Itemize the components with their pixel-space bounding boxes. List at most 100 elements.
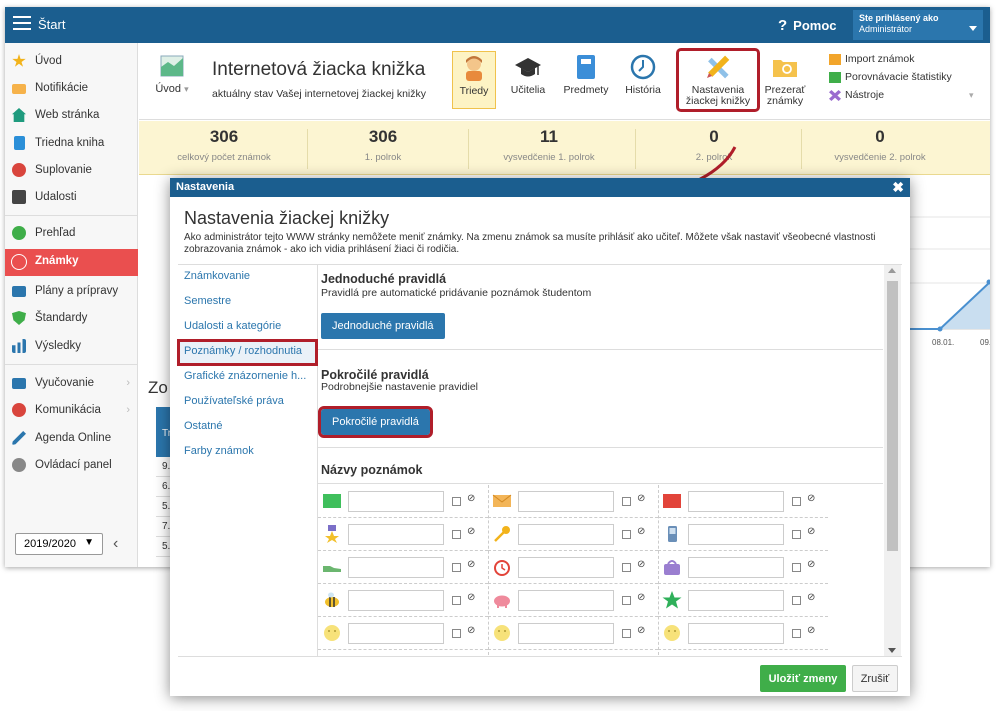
nastroje-link[interactable]: Nástroje ▾ (829, 89, 974, 107)
hide-checkbox[interactable] (792, 629, 801, 638)
collapse-sidebar-icon[interactable]: ‹ (113, 535, 118, 553)
sidebar-item-plany[interactable]: Plány a prípravy (5, 279, 138, 305)
porovnavacie-statistiky-link[interactable]: Porovnávacie štatistiky (829, 71, 952, 89)
hide-checkbox[interactable] (792, 497, 801, 506)
question-icon: ? (778, 17, 788, 34)
sidebar-item-vyucovanie[interactable]: Vyučovanie › (5, 371, 138, 397)
nav-udalosti-kategorie[interactable]: Udalosti a kategórie (178, 315, 317, 340)
modal-nav: Známkovanie Semestre Udalosti a kategóri… (177, 264, 318, 657)
ribbon-prezerat-button[interactable]: Prezerať známky (763, 51, 807, 109)
nav-ostatne[interactable]: Ostatné (178, 415, 317, 440)
caret-down-icon: ▾ (184, 84, 189, 94)
sidebar-item-vysledky[interactable]: Výsledky (5, 334, 138, 360)
hide-checkbox[interactable] (792, 563, 801, 572)
note-name-input[interactable] (688, 491, 784, 512)
school-year-value: 2019/2020 (24, 538, 76, 550)
hamburger-menu-icon[interactable] (13, 16, 31, 30)
sidebar-item-notifikacie[interactable]: Notifikácie (5, 76, 138, 102)
advanced-rules-title: Pokročilé pravidlá (321, 368, 429, 382)
nav-farby-znamok[interactable]: Farby známok (178, 440, 317, 465)
green-square-icon (323, 494, 341, 508)
sidebar-item-label: Úvod (35, 55, 62, 67)
nav-znamkovanie[interactable]: Známkovanie (178, 265, 317, 290)
sidebar-item-znamky[interactable]: Známky (5, 249, 138, 276)
note-names-title: Názvy poznámok (321, 463, 423, 477)
nav-pouzivatelske-prava[interactable]: Používateľské práva (178, 390, 317, 415)
eye-slash-icon: ⊘ (637, 625, 646, 636)
sidebar-item-standardy[interactable]: Štandardy (5, 306, 138, 332)
note-name-input[interactable] (518, 557, 614, 578)
scroll-thumb[interactable] (887, 281, 898, 551)
hide-checkbox[interactable] (622, 530, 631, 539)
simple-rules-title: Jednoduché pravidlá (321, 272, 447, 286)
note-name-input[interactable] (518, 623, 614, 644)
smiley-icon (494, 625, 510, 641)
ribbon-ucitelia-button[interactable]: Učitelia (506, 51, 550, 109)
hide-checkbox[interactable] (622, 629, 631, 638)
shield-icon (12, 311, 26, 325)
hide-checkbox[interactable] (622, 596, 631, 605)
ribbon-triedy-button[interactable]: Triedy (452, 51, 496, 109)
close-icon[interactable]: ✖ (892, 179, 904, 196)
sidebar-item-label: Notifikácie (35, 82, 89, 94)
ribbon-historia-button[interactable]: História (620, 51, 666, 109)
sidebar-item-ovladaci-panel[interactable]: Ovládací panel (5, 453, 138, 479)
scrollbar[interactable] (884, 265, 901, 656)
scroll-up-icon[interactable] (888, 268, 896, 273)
background-section-heading: Zo (148, 378, 168, 397)
nav-poznamky-rozhodnutia[interactable]: Poznámky / rozhodnutia (177, 339, 318, 366)
hide-checkbox[interactable] (452, 497, 461, 506)
hide-checkbox[interactable] (622, 497, 631, 506)
hide-checkbox[interactable] (452, 629, 461, 638)
sidebar-item-prehlad[interactable]: Prehľad (5, 221, 138, 247)
advanced-rules-button[interactable]: Pokročilé pravidlá (318, 406, 433, 438)
note-name-input[interactable] (348, 557, 444, 578)
simple-rules-button[interactable]: Jednoduché pravidlá (321, 313, 445, 339)
sidebar-divider (5, 364, 138, 365)
note-name-input[interactable] (348, 623, 444, 644)
nav-graficke-znazornenie[interactable]: Grafické znázornenie h... (178, 365, 317, 390)
sidebar-item-web-stranka[interactable]: Web stránka (5, 103, 138, 129)
start-label[interactable]: Štart (38, 17, 65, 32)
eye-slash-icon: ⊘ (637, 559, 646, 570)
cancel-button[interactable]: Zrušiť (852, 665, 898, 692)
note-name-input[interactable] (688, 623, 784, 644)
uvod-dropdown-button[interactable]: Úvod ▾ (147, 51, 197, 111)
phone-icon (668, 526, 677, 542)
note-name-input[interactable] (688, 524, 784, 545)
note-name-input[interactable] (348, 590, 444, 611)
note-name-input[interactable] (688, 590, 784, 611)
help-link[interactable]: ? Pomoc (778, 17, 837, 34)
nav-semestre[interactable]: Semestre (178, 290, 317, 315)
sidebar-item-triedna-kniha[interactable]: Triedna kniha (5, 131, 138, 157)
chevron-right-icon: › (126, 404, 130, 416)
sidebar-item-komunikacia[interactable]: Komunikácia › (5, 398, 138, 424)
hide-checkbox[interactable] (792, 530, 801, 539)
note-name-row: ⊘ (488, 551, 658, 584)
hide-checkbox[interactable] (792, 596, 801, 605)
ribbon-nastavenia-button[interactable]: Nastavenia žiackej knižky (676, 48, 760, 112)
hide-checkbox[interactable] (452, 563, 461, 572)
ribbon-predmety-button[interactable]: Predmety (560, 51, 612, 109)
note-name-input[interactable] (688, 557, 784, 578)
calendar-icon (12, 190, 26, 204)
hide-checkbox[interactable] (622, 563, 631, 572)
hide-checkbox[interactable] (452, 530, 461, 539)
note-name-input[interactable] (348, 491, 444, 512)
save-changes-button[interactable]: Uložiť zmeny (760, 665, 846, 692)
user-menu[interactable]: Ste prihlásený ako Administrátor (853, 10, 983, 40)
scroll-down-icon[interactable] (888, 648, 896, 653)
folder-icon (773, 60, 797, 77)
stat-label: 1. polrok (364, 152, 402, 163)
school-year-select[interactable]: 2019/2020 ▼ (15, 533, 103, 555)
hide-checkbox[interactable] (452, 596, 461, 605)
note-name-input[interactable] (518, 524, 614, 545)
note-name-input[interactable] (518, 491, 614, 512)
import-znamok-link[interactable]: Import známok (829, 53, 952, 71)
note-name-input[interactable] (348, 524, 444, 545)
note-name-input[interactable] (518, 590, 614, 611)
sidebar-item-suplovanie[interactable]: Suplovanie (5, 158, 138, 184)
sidebar-item-uvod[interactable]: Úvod (5, 49, 138, 75)
sidebar-item-agenda-online[interactable]: Agenda Online (5, 426, 138, 452)
sidebar-item-udalosti[interactable]: Udalosti (5, 185, 138, 211)
